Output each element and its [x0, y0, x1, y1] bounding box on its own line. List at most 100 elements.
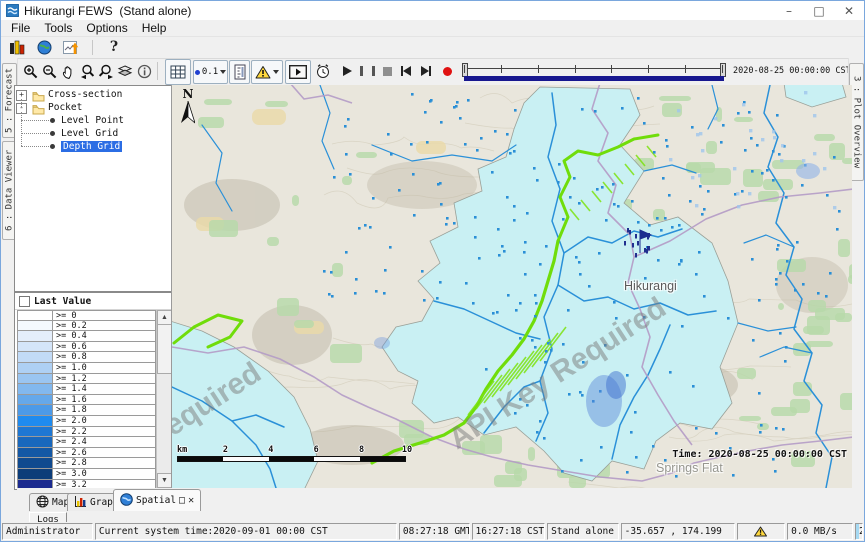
scroll-down-icon[interactable]: ▼	[157, 473, 172, 488]
level-point-dot	[727, 317, 730, 320]
legend-scrollbar[interactable]: ▲ ▼	[156, 310, 171, 488]
timestep-clock-button[interactable]	[313, 60, 333, 82]
level-point-dot	[779, 272, 782, 275]
skip-to-end-button[interactable]	[417, 60, 435, 82]
marker-cluster-dot	[632, 243, 634, 248]
level-point-dot	[596, 188, 599, 191]
level-point-dot	[825, 295, 828, 298]
level-point-dot	[347, 118, 350, 121]
bullet-icon	[50, 144, 55, 149]
tab-spatial[interactable]: Spatial□✕	[113, 489, 201, 511]
skip-to-start-button[interactable]	[397, 60, 415, 82]
forest-patch	[342, 176, 352, 185]
level-point-dot	[446, 217, 449, 220]
tree-item-label: Level Point	[61, 115, 124, 126]
legend-color-swatch	[17, 395, 53, 406]
database-display-button[interactable]	[5, 37, 29, 57]
time-slider[interactable]	[461, 61, 727, 81]
north-arrow: N	[179, 87, 197, 130]
status-text: 0.0 MB/s	[791, 526, 837, 537]
zoom-in-button[interactable]	[21, 60, 39, 82]
tree-item-cross-section[interactable]: +Cross-section	[15, 88, 172, 101]
menu-help[interactable]: Help	[135, 21, 174, 35]
warnings-dropdown[interactable]	[251, 60, 283, 84]
time-slider-handle-left[interactable]	[462, 63, 468, 77]
spatial-map[interactable]: API Key Required API Key Required N Hiku…	[171, 85, 852, 488]
zoom-previous-button[interactable]	[78, 60, 96, 82]
tab-forecast-label: 5 : Forecast	[5, 68, 15, 133]
level-point-dot-light	[781, 144, 784, 147]
level-point-dot	[550, 349, 553, 352]
legend-class-label: >= 1.2	[53, 374, 156, 385]
level-point-dot	[775, 427, 778, 430]
scroll-up-icon[interactable]: ▲	[157, 310, 172, 325]
legend-class-label: >= 2.8	[53, 458, 156, 469]
toolbar-separator	[92, 40, 93, 55]
level-point-dot	[519, 302, 522, 305]
play-button[interactable]	[339, 60, 355, 82]
status-text: Administrator	[6, 526, 80, 537]
level-point-dot	[372, 197, 375, 200]
legend-color-swatch	[17, 331, 53, 342]
level-point-dot	[761, 172, 764, 175]
grid-interval-value: 0.1	[202, 67, 218, 77]
level-point-dot	[384, 269, 387, 272]
timeseries-display-button[interactable]	[59, 37, 83, 57]
level-point-dot	[456, 101, 459, 104]
layers-button[interactable]	[116, 60, 134, 82]
zoom-next-button[interactable]	[97, 60, 115, 82]
gauge-display-button[interactable]	[229, 60, 250, 84]
forest-patch	[790, 399, 810, 413]
minimize-button[interactable]: –	[774, 1, 804, 20]
legend-class-label: >= 1.0	[53, 363, 156, 374]
time-slider-tick	[722, 65, 723, 73]
level-point-dot	[534, 315, 537, 318]
pause-button[interactable]	[359, 60, 375, 82]
level-point-dot	[782, 428, 785, 431]
level-point-dot	[569, 196, 572, 199]
time-slider-handle-right[interactable]	[720, 63, 726, 77]
legend-color-swatch	[17, 448, 53, 459]
legend-class-label: >= 1.4	[53, 384, 156, 395]
maximize-button[interactable]: □	[804, 1, 834, 20]
pan-button[interactable]	[59, 60, 77, 82]
last-value-checkbox[interactable]	[19, 296, 30, 307]
level-point-dot	[453, 222, 456, 225]
level-point-dot	[722, 124, 725, 127]
close-button[interactable]: ✕	[834, 1, 864, 20]
scrollbar-thumb[interactable]	[157, 324, 172, 374]
tab-close-icon[interactable]: ✕	[188, 496, 194, 506]
level-point-dot	[678, 224, 681, 227]
movie-play-icon	[289, 65, 307, 79]
level-point-dot	[664, 217, 667, 220]
level-point-dot	[776, 248, 779, 251]
main-toolbar: ?	[1, 36, 864, 59]
level-point-dot-light	[695, 204, 698, 207]
tree-item-pocket[interactable]: -Pocket	[15, 101, 172, 114]
level-point-dot	[519, 337, 522, 340]
level-point-dot	[772, 179, 775, 182]
layers-icon	[117, 64, 133, 79]
stop-button[interactable]	[379, 60, 395, 82]
menu-file[interactable]: File	[4, 21, 37, 35]
level-point-dot	[758, 392, 761, 395]
level-point-dot	[536, 179, 539, 182]
grid-display-button[interactable]	[165, 59, 191, 85]
skip-start-icon	[403, 66, 411, 76]
tab-maximize-icon[interactable]: □	[179, 496, 185, 506]
database-icon	[9, 40, 25, 55]
info-button[interactable]	[135, 60, 153, 82]
level-point-dot	[777, 244, 780, 247]
scale-segment	[269, 457, 314, 461]
zoom-out-button[interactable]	[40, 60, 58, 82]
map-display-button[interactable]	[32, 37, 56, 57]
level-point-dot	[785, 346, 788, 349]
record-button[interactable]	[439, 60, 455, 82]
grid-interval-dropdown[interactable]: 0.1	[193, 60, 228, 84]
animation-button[interactable]	[285, 60, 311, 84]
help-button[interactable]: ?	[102, 37, 126, 57]
scale-segment	[360, 457, 405, 461]
menu-options[interactable]: Options	[79, 21, 134, 35]
menu-tools[interactable]: Tools	[37, 21, 79, 35]
level-point-dot	[579, 391, 582, 394]
